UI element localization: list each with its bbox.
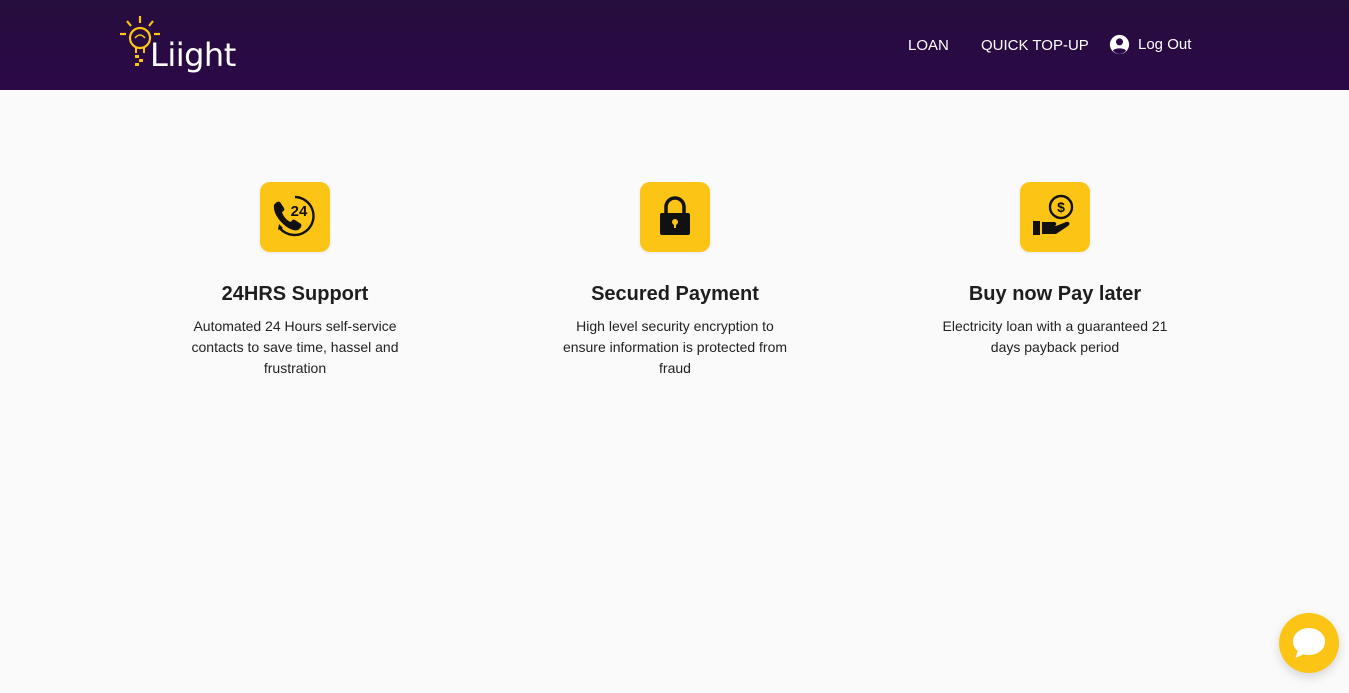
feature-card-buy-now-pay-later: $ Buy now Pay later Electricity loan wit… xyxy=(915,182,1195,358)
nav-loan-link[interactable]: LOAN xyxy=(908,36,949,56)
feature-description: Automated 24 Hours self-service contacts… xyxy=(191,318,399,376)
feature-title: Secured Payment xyxy=(591,283,759,305)
logout-button[interactable]: Log Out xyxy=(1109,34,1191,55)
feature-icon-box xyxy=(640,182,710,252)
top-navbar: Liight LOAN QUICK TOP-UP Log Out xyxy=(0,0,1349,90)
padlock-icon xyxy=(660,196,690,235)
hand-coin-icon: $ xyxy=(1033,194,1074,235)
feature-title: 24HRS Support xyxy=(221,283,369,305)
feature-icon-box: $ xyxy=(1020,182,1090,252)
brand-name: Liight xyxy=(150,36,236,74)
logout-label: Log Out xyxy=(1138,35,1192,53)
feature-title: Buy now Pay later xyxy=(968,283,1142,305)
24-hour-phone-icon: 24 xyxy=(273,195,315,237)
feature-description: High level security encryption to ensure… xyxy=(562,318,788,376)
svg-text:$: $ xyxy=(1057,199,1065,215)
feature-icon-box: 24 xyxy=(260,182,330,252)
brand-logo[interactable]: Liight xyxy=(118,14,238,76)
chat-bubble-icon xyxy=(1293,628,1325,658)
account-circle-icon xyxy=(1109,34,1130,55)
nav-quick-topup-link[interactable]: QUICK TOP-UP xyxy=(981,36,1089,56)
chat-button[interactable] xyxy=(1279,613,1339,673)
svg-text:24: 24 xyxy=(291,203,308,220)
feature-card-support: 24 24HRS Support Automated 24 Hours self… xyxy=(155,182,435,379)
feature-description: Electricity loan with a guaranteed 21 da… xyxy=(942,318,1168,355)
feature-card-secured-payment: Secured Payment High level security encr… xyxy=(535,182,815,379)
